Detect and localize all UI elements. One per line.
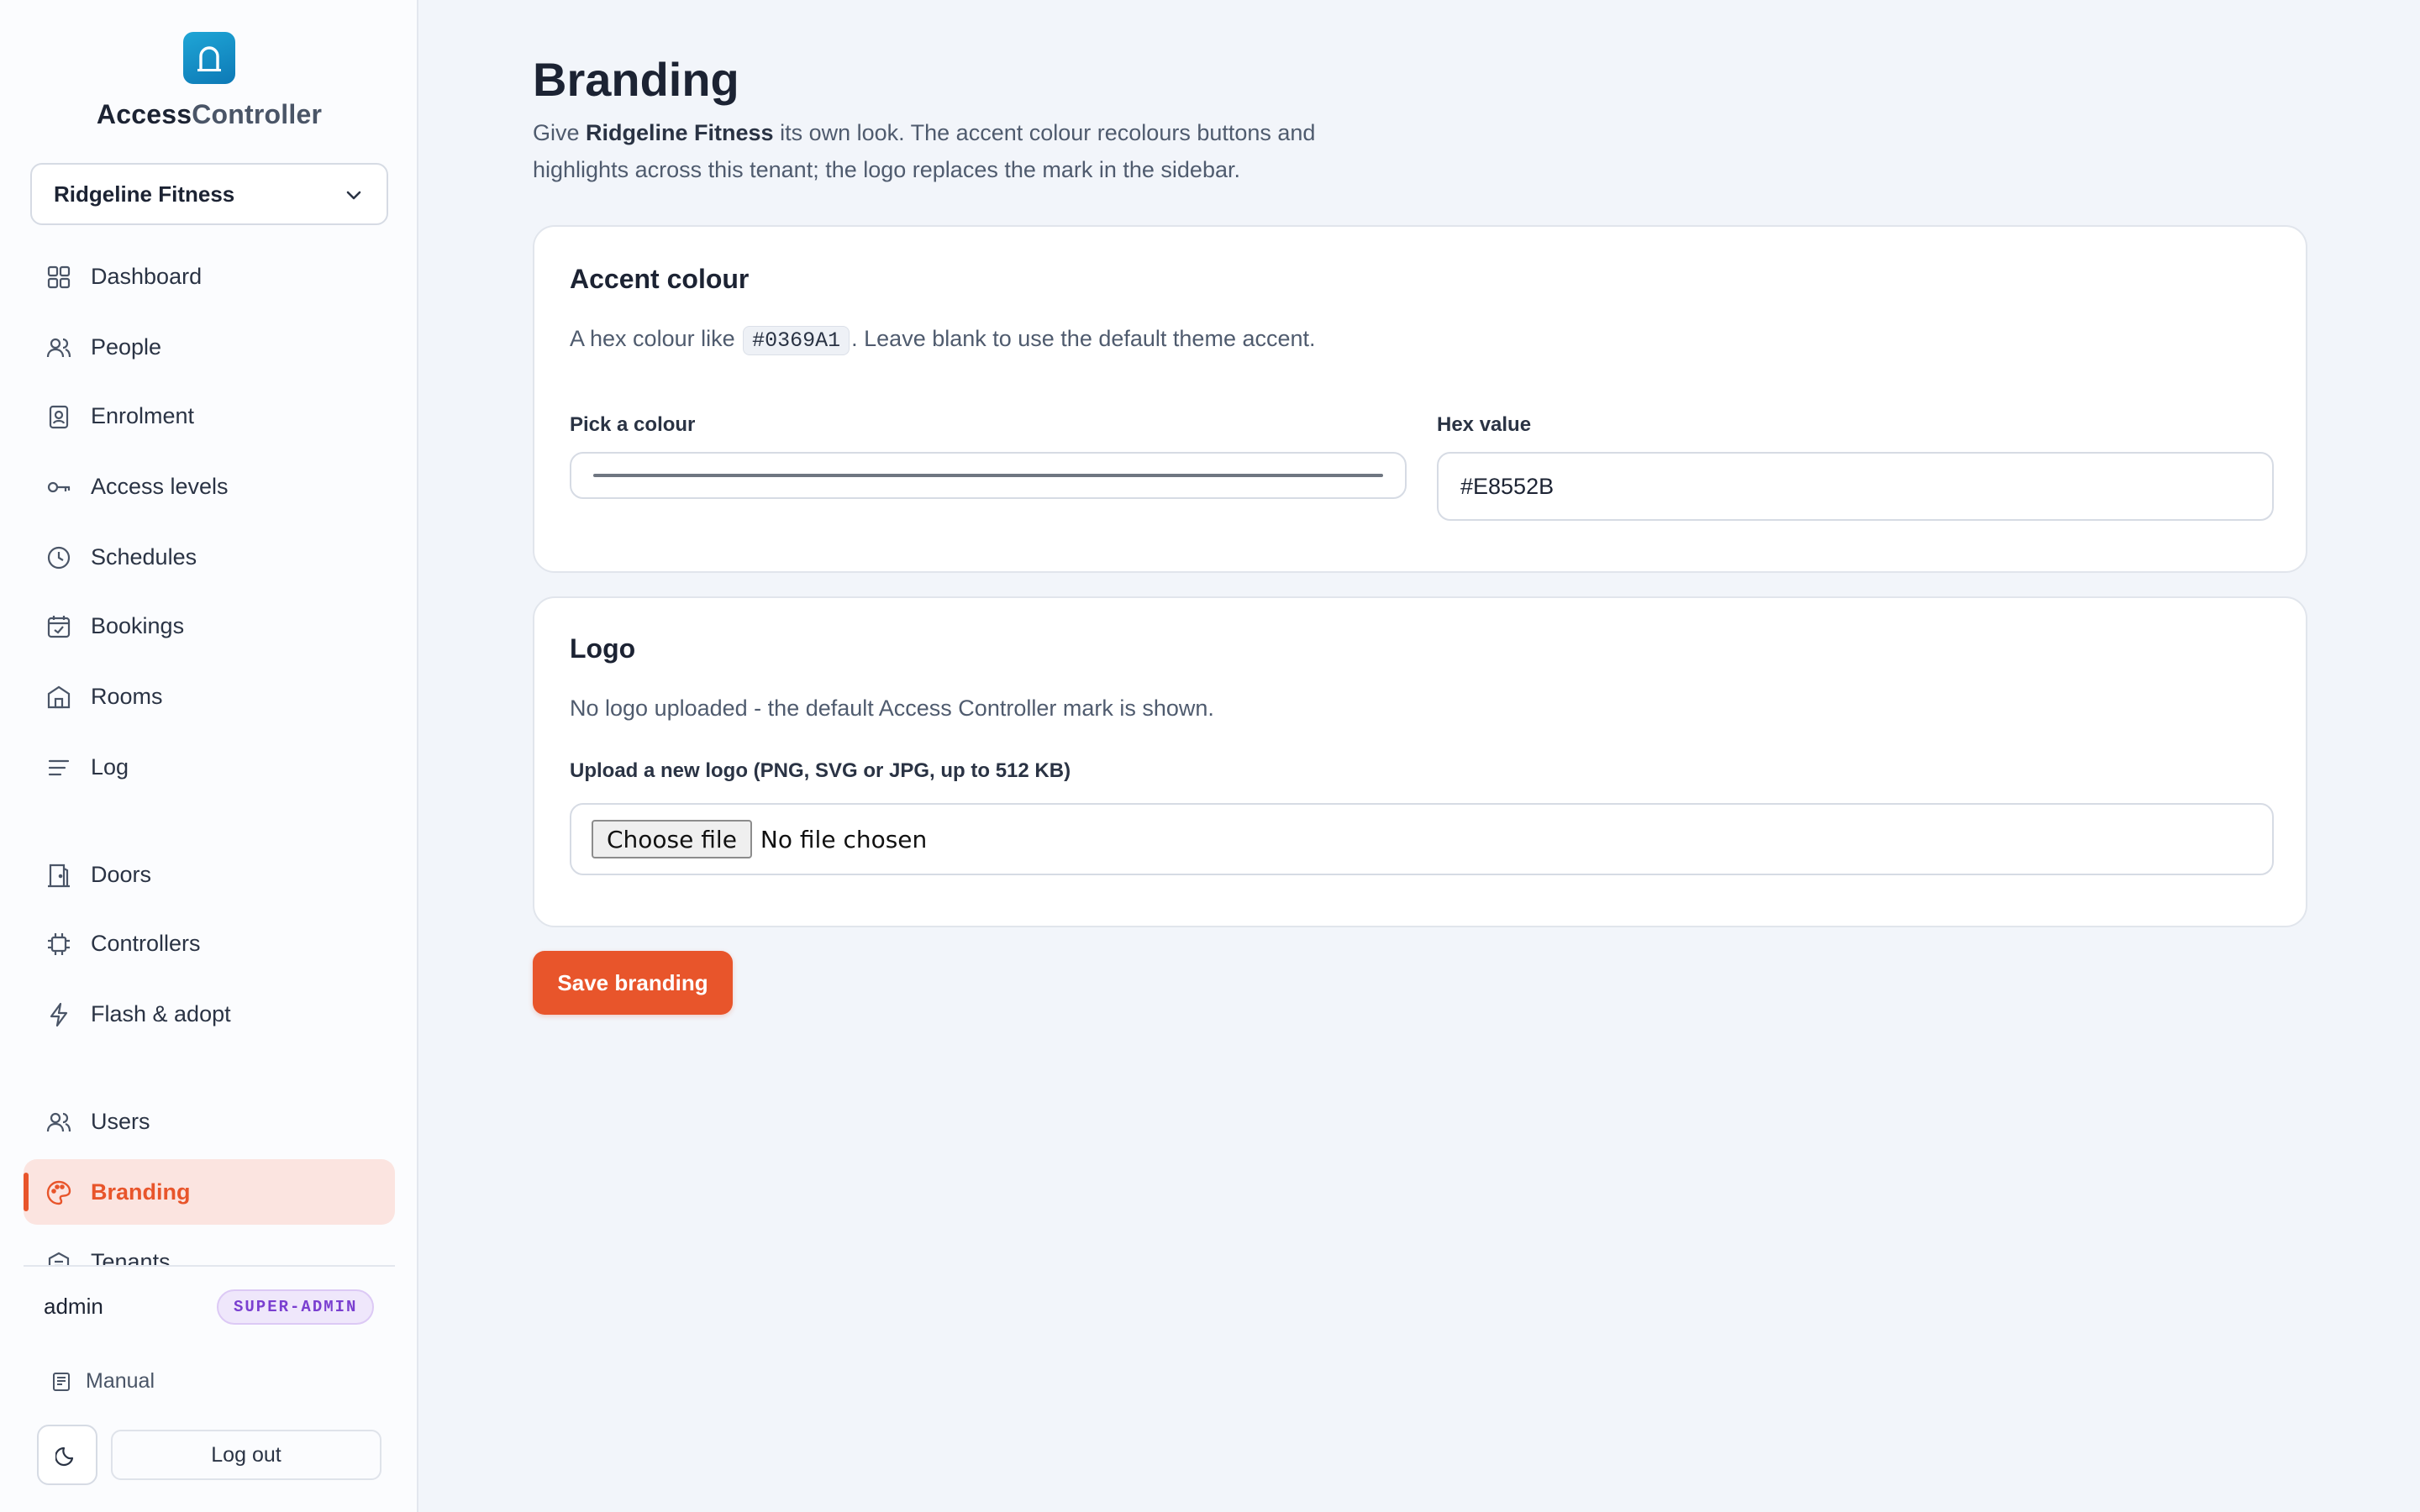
chevron-down-icon bbox=[346, 191, 361, 200]
role-badge: SUPER-ADMIN bbox=[217, 1289, 375, 1325]
logo-status: No logo uploaded - the default Access Co… bbox=[570, 696, 1214, 721]
app-logo-icon bbox=[183, 32, 235, 84]
tenant-selector[interactable]: Ridgeline Fitness bbox=[30, 163, 388, 225]
page-description: Give Ridgeline Fitness its own look. The… bbox=[533, 120, 1316, 182]
brand: AccessController bbox=[0, 32, 418, 130]
choose-file-button[interactable]: Choose file bbox=[592, 820, 752, 858]
nav-item-schedules[interactable]: Schedules bbox=[24, 524, 395, 590]
palette-icon bbox=[46, 1180, 71, 1205]
example-hex-code: #0369A1 bbox=[743, 326, 850, 355]
room-icon bbox=[47, 685, 71, 709]
users-icon bbox=[46, 1112, 71, 1132]
nav-item-controllers[interactable]: Controllers bbox=[24, 911, 395, 976]
nav-item-users[interactable]: Users bbox=[24, 1089, 395, 1154]
people-icon bbox=[46, 338, 71, 358]
app-name: AccessController bbox=[96, 99, 323, 129]
nav-item-bookings[interactable]: Bookings bbox=[24, 593, 395, 659]
accent-card-title: Accent colour bbox=[570, 264, 750, 294]
clock-icon bbox=[47, 546, 71, 570]
accent-hint: A hex colour like #0369A1. Leave blank t… bbox=[570, 326, 1316, 355]
grid-icon bbox=[47, 265, 71, 289]
chip-icon bbox=[48, 933, 70, 955]
logo-card: Logo No logo uploaded - the default Acce… bbox=[533, 596, 2307, 927]
logout-button[interactable]: Log out bbox=[111, 1430, 381, 1480]
badge-icon bbox=[49, 405, 69, 429]
book-icon bbox=[53, 1372, 70, 1391]
moon-icon bbox=[55, 1446, 74, 1467]
bolt-icon bbox=[50, 1002, 68, 1027]
nav-item-people[interactable]: People bbox=[24, 314, 395, 380]
sidebar-divider bbox=[24, 1265, 395, 1267]
hex-label: Hex value bbox=[1437, 413, 1532, 436]
nav-scroll-clip: Tenants bbox=[0, 1235, 417, 1265]
save-branding-button[interactable]: Save branding bbox=[533, 951, 733, 1015]
page-title: Branding bbox=[533, 53, 739, 106]
logo-card-title: Logo bbox=[570, 633, 636, 664]
logo-file-input[interactable]: Choose file No file chosen bbox=[570, 803, 2274, 875]
colour-picker[interactable] bbox=[570, 452, 1407, 499]
upload-label: Upload a new logo (PNG, SVG or JPG, up t… bbox=[570, 759, 1071, 782]
picker-label: Pick a colour bbox=[570, 413, 696, 436]
file-status: No file chosen bbox=[760, 825, 928, 853]
nav-item-dashboard[interactable]: Dashboard bbox=[24, 244, 395, 309]
building-icon bbox=[48, 1252, 70, 1265]
hex-value-input[interactable] bbox=[1437, 452, 2274, 521]
calendar-icon bbox=[47, 616, 71, 638]
nav-item-flash-adopt[interactable]: Flash & adopt bbox=[24, 981, 395, 1047]
nav-item-rooms[interactable]: Rooms bbox=[24, 664, 395, 729]
list-icon bbox=[48, 759, 70, 776]
theme-toggle-button[interactable] bbox=[37, 1425, 97, 1485]
manual-link[interactable]: Manual bbox=[50, 1369, 155, 1394]
nav-item-tenants[interactable]: Tenants bbox=[24, 1236, 395, 1265]
nav-item-access-levels[interactable]: Access levels bbox=[24, 454, 395, 519]
sidebar: AccessController Ridgeline Fitness Dashb… bbox=[0, 0, 418, 1512]
nav-item-branding[interactable]: Branding bbox=[24, 1159, 395, 1225]
door-icon bbox=[48, 864, 70, 888]
key-icon bbox=[47, 481, 71, 493]
nav-item-log[interactable]: Log bbox=[24, 734, 395, 800]
colour-swatch bbox=[593, 474, 1383, 477]
tenant-name: Ridgeline Fitness bbox=[54, 181, 235, 207]
accent-colour-card: Accent colour A hex colour like #0369A1.… bbox=[533, 225, 2307, 573]
nav-item-enrolment[interactable]: Enrolment bbox=[24, 383, 395, 449]
nav-item-doors[interactable]: Doors bbox=[24, 842, 395, 907]
current-user: admin bbox=[44, 1294, 103, 1319]
